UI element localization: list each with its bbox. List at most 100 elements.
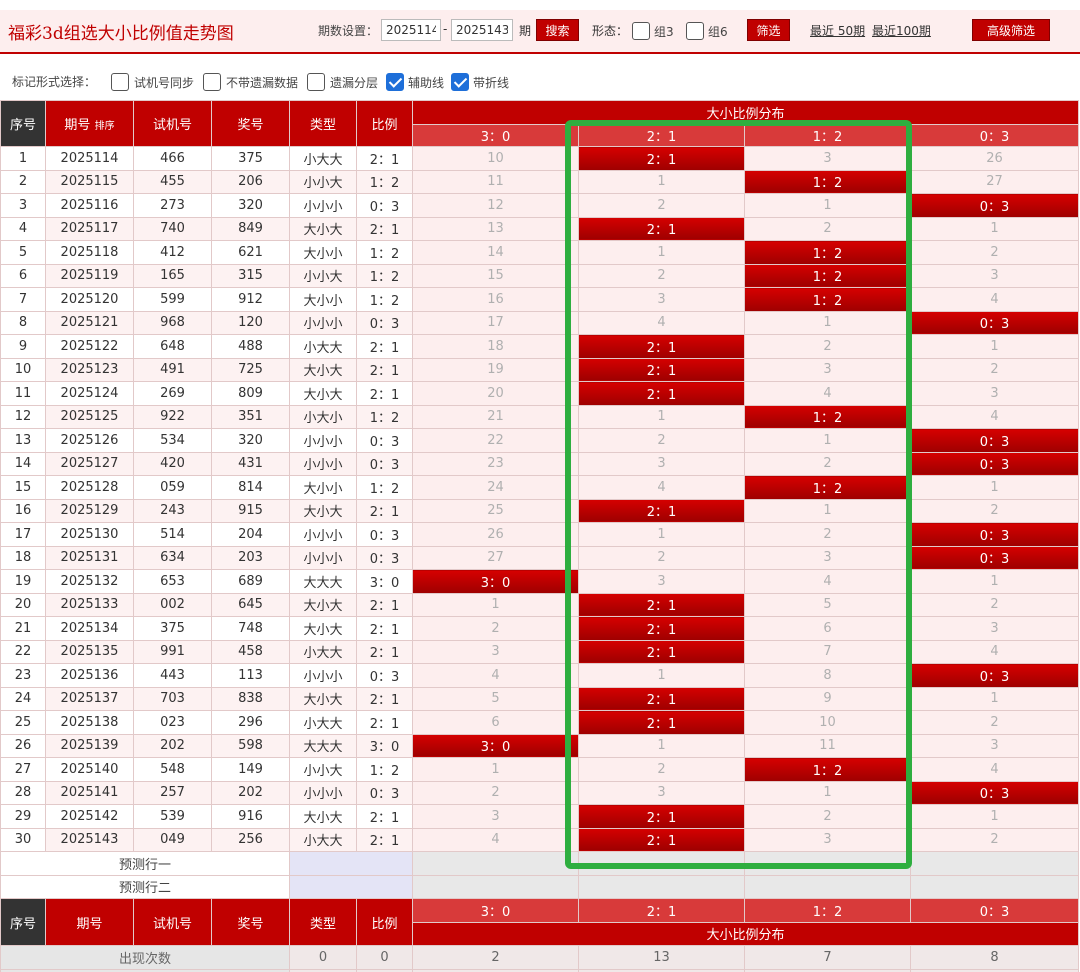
cell-issue: 2025121 bbox=[45, 310, 134, 335]
cell-type: 小小小 bbox=[289, 451, 357, 476]
period-from-input[interactable] bbox=[381, 19, 441, 41]
omission-layer-checkbox[interactable] bbox=[307, 73, 325, 91]
cell-draw: 725 bbox=[211, 357, 290, 382]
dist-omission-cell: 2 bbox=[744, 804, 911, 829]
footer-header-issue: 期号 bbox=[45, 898, 134, 946]
cell-index: 21 bbox=[0, 616, 46, 641]
cell-issue: 2025127 bbox=[45, 451, 134, 476]
dist-omission-cell: 3 bbox=[578, 780, 745, 805]
table-row: 26 2025139 202 598 大大大 3：0 3：0 1 11 3 bbox=[0, 733, 1080, 758]
cell-ratio: 1：2 bbox=[356, 240, 413, 265]
cell-test: 539 bbox=[133, 804, 212, 829]
prediction-dist-cell[interactable] bbox=[412, 874, 579, 899]
dist-omission-cell: 14 bbox=[412, 240, 579, 265]
cell-ratio: 0：3 bbox=[356, 663, 413, 688]
cell-ratio: 1：2 bbox=[356, 757, 413, 782]
dist-omission-cell: 15 bbox=[412, 263, 579, 288]
filter-button[interactable]: 筛选 bbox=[747, 19, 790, 41]
cell-ratio: 0：3 bbox=[356, 780, 413, 805]
summary-value: 2 bbox=[412, 945, 579, 970]
dist-omission-cell: 4 bbox=[744, 569, 911, 594]
dist-hit-cell: 2：1 bbox=[578, 381, 745, 406]
prediction-dist-cell[interactable] bbox=[412, 851, 579, 876]
cell-test: 420 bbox=[133, 451, 212, 476]
dist-hit-cell: 0：3 bbox=[909, 193, 1080, 218]
col-header-issue[interactable]: 期号 排序 bbox=[45, 100, 134, 147]
footer-header-test: 试机号 bbox=[133, 898, 212, 946]
form-zu6-checkbox[interactable] bbox=[686, 22, 704, 40]
period-to-input[interactable] bbox=[451, 19, 513, 41]
dist-hit-cell: 3：0 bbox=[412, 569, 579, 594]
dist-omission-cell: 1 bbox=[412, 757, 579, 782]
recent-100-link[interactable]: 最近100期 bbox=[872, 22, 931, 39]
dist-hit-cell: 0：3 bbox=[909, 451, 1080, 476]
form-zu3-checkbox[interactable] bbox=[632, 22, 650, 40]
cell-type: 大小大 bbox=[289, 804, 357, 829]
search-button[interactable]: 搜索 bbox=[536, 19, 579, 41]
sync-test-checkbox[interactable] bbox=[111, 73, 129, 91]
cell-type: 小大大 bbox=[289, 146, 357, 171]
dist-omission-cell: 3 bbox=[909, 381, 1080, 406]
cell-index: 2 bbox=[0, 169, 46, 194]
dist-hit-cell: 2：1 bbox=[578, 686, 745, 711]
prediction-dist-cell[interactable] bbox=[578, 874, 745, 899]
dist-omission-cell: 4 bbox=[578, 475, 745, 500]
dist-omission-cell: 5 bbox=[744, 592, 911, 617]
prediction-dist-cell[interactable] bbox=[909, 851, 1080, 876]
cell-issue: 2025135 bbox=[45, 639, 134, 664]
prediction-row[interactable]: 预测行二 bbox=[0, 874, 1080, 899]
prediction-dist-cell[interactable] bbox=[578, 851, 745, 876]
dist-hit-cell: 2：1 bbox=[578, 498, 745, 523]
prediction-dist-cell[interactable] bbox=[744, 851, 911, 876]
cell-index: 16 bbox=[0, 498, 46, 523]
sync-test-label: 试机号同步 bbox=[134, 76, 195, 90]
dist-omission-cell: 2 bbox=[578, 428, 745, 453]
dist-hit-cell: 1：2 bbox=[744, 287, 911, 312]
prediction-dist-cell[interactable] bbox=[909, 874, 1080, 899]
cell-index: 18 bbox=[0, 545, 46, 570]
dist-omission-cell: 3 bbox=[412, 639, 579, 664]
prediction-input-cell[interactable] bbox=[289, 874, 413, 899]
dist-omission-cell: 8 bbox=[744, 663, 911, 688]
table-row: 13 2025126 534 320 小小小 0：3 22 2 1 0：3 bbox=[0, 428, 1080, 453]
prediction-row[interactable]: 预测行一 bbox=[0, 851, 1080, 876]
cell-type: 大小小 bbox=[289, 475, 357, 500]
guide-line-checkbox[interactable] bbox=[386, 73, 404, 91]
cell-test: 514 bbox=[133, 522, 212, 547]
dist-omission-cell: 2 bbox=[744, 451, 911, 476]
footer-header-index: 序号 bbox=[0, 898, 46, 946]
table-row: 8 2025121 968 120 小小小 0：3 17 4 1 0：3 bbox=[0, 310, 1080, 335]
table-row: 25 2025138 023 296 小大大 2：1 6 2：1 10 2 bbox=[0, 710, 1080, 735]
cell-ratio: 2：1 bbox=[356, 686, 413, 711]
toolbar: 福彩3d组选大小比例值走势图 期数设置： - 期 搜索 形态： 组3 组6 筛选… bbox=[0, 10, 1080, 54]
cell-issue: 2025141 bbox=[45, 780, 134, 805]
sort-label[interactable]: 排序 bbox=[95, 121, 115, 132]
dist-hit-cell: 3：0 bbox=[412, 733, 579, 758]
polyline-checkbox[interactable] bbox=[451, 73, 469, 91]
no-omission-checkbox[interactable] bbox=[203, 73, 221, 91]
recent-50-link[interactable]: 最近 50期 bbox=[810, 22, 865, 39]
table-row: 18 2025131 634 203 小小小 0：3 27 2 3 0：3 bbox=[0, 545, 1080, 570]
dist-omission-cell: 23 bbox=[412, 451, 579, 476]
advanced-filter-button[interactable]: 高级筛选 bbox=[972, 19, 1050, 41]
dist-omission-cell: 1 bbox=[578, 663, 745, 688]
cell-ratio: 1：2 bbox=[356, 287, 413, 312]
cell-test: 002 bbox=[133, 592, 212, 617]
cell-index: 22 bbox=[0, 639, 46, 664]
footer-header-distribution: 大小比例分布 bbox=[411, 921, 1080, 946]
cell-test: 412 bbox=[133, 240, 212, 265]
dist-omission-cell: 3 bbox=[909, 616, 1080, 641]
cell-issue: 2025138 bbox=[45, 710, 134, 735]
cell-issue: 2025120 bbox=[45, 287, 134, 312]
polyline-label: 带折线 bbox=[473, 76, 510, 90]
prediction-input-cell[interactable] bbox=[289, 851, 413, 876]
dist-omission-cell: 27 bbox=[909, 169, 1080, 194]
dist-omission-cell: 1 bbox=[744, 428, 911, 453]
table-row: 12 2025125 922 351 小大小 1：2 21 1 1：2 4 bbox=[0, 404, 1080, 429]
cell-issue: 2025136 bbox=[45, 663, 134, 688]
dist-hit-cell: 0：3 bbox=[909, 780, 1080, 805]
dist-hit-cell: 2：1 bbox=[578, 216, 745, 241]
dist-omission-cell: 20 bbox=[412, 381, 579, 406]
prediction-dist-cell[interactable] bbox=[744, 874, 911, 899]
dist-col-30: 3：0 bbox=[412, 124, 579, 147]
